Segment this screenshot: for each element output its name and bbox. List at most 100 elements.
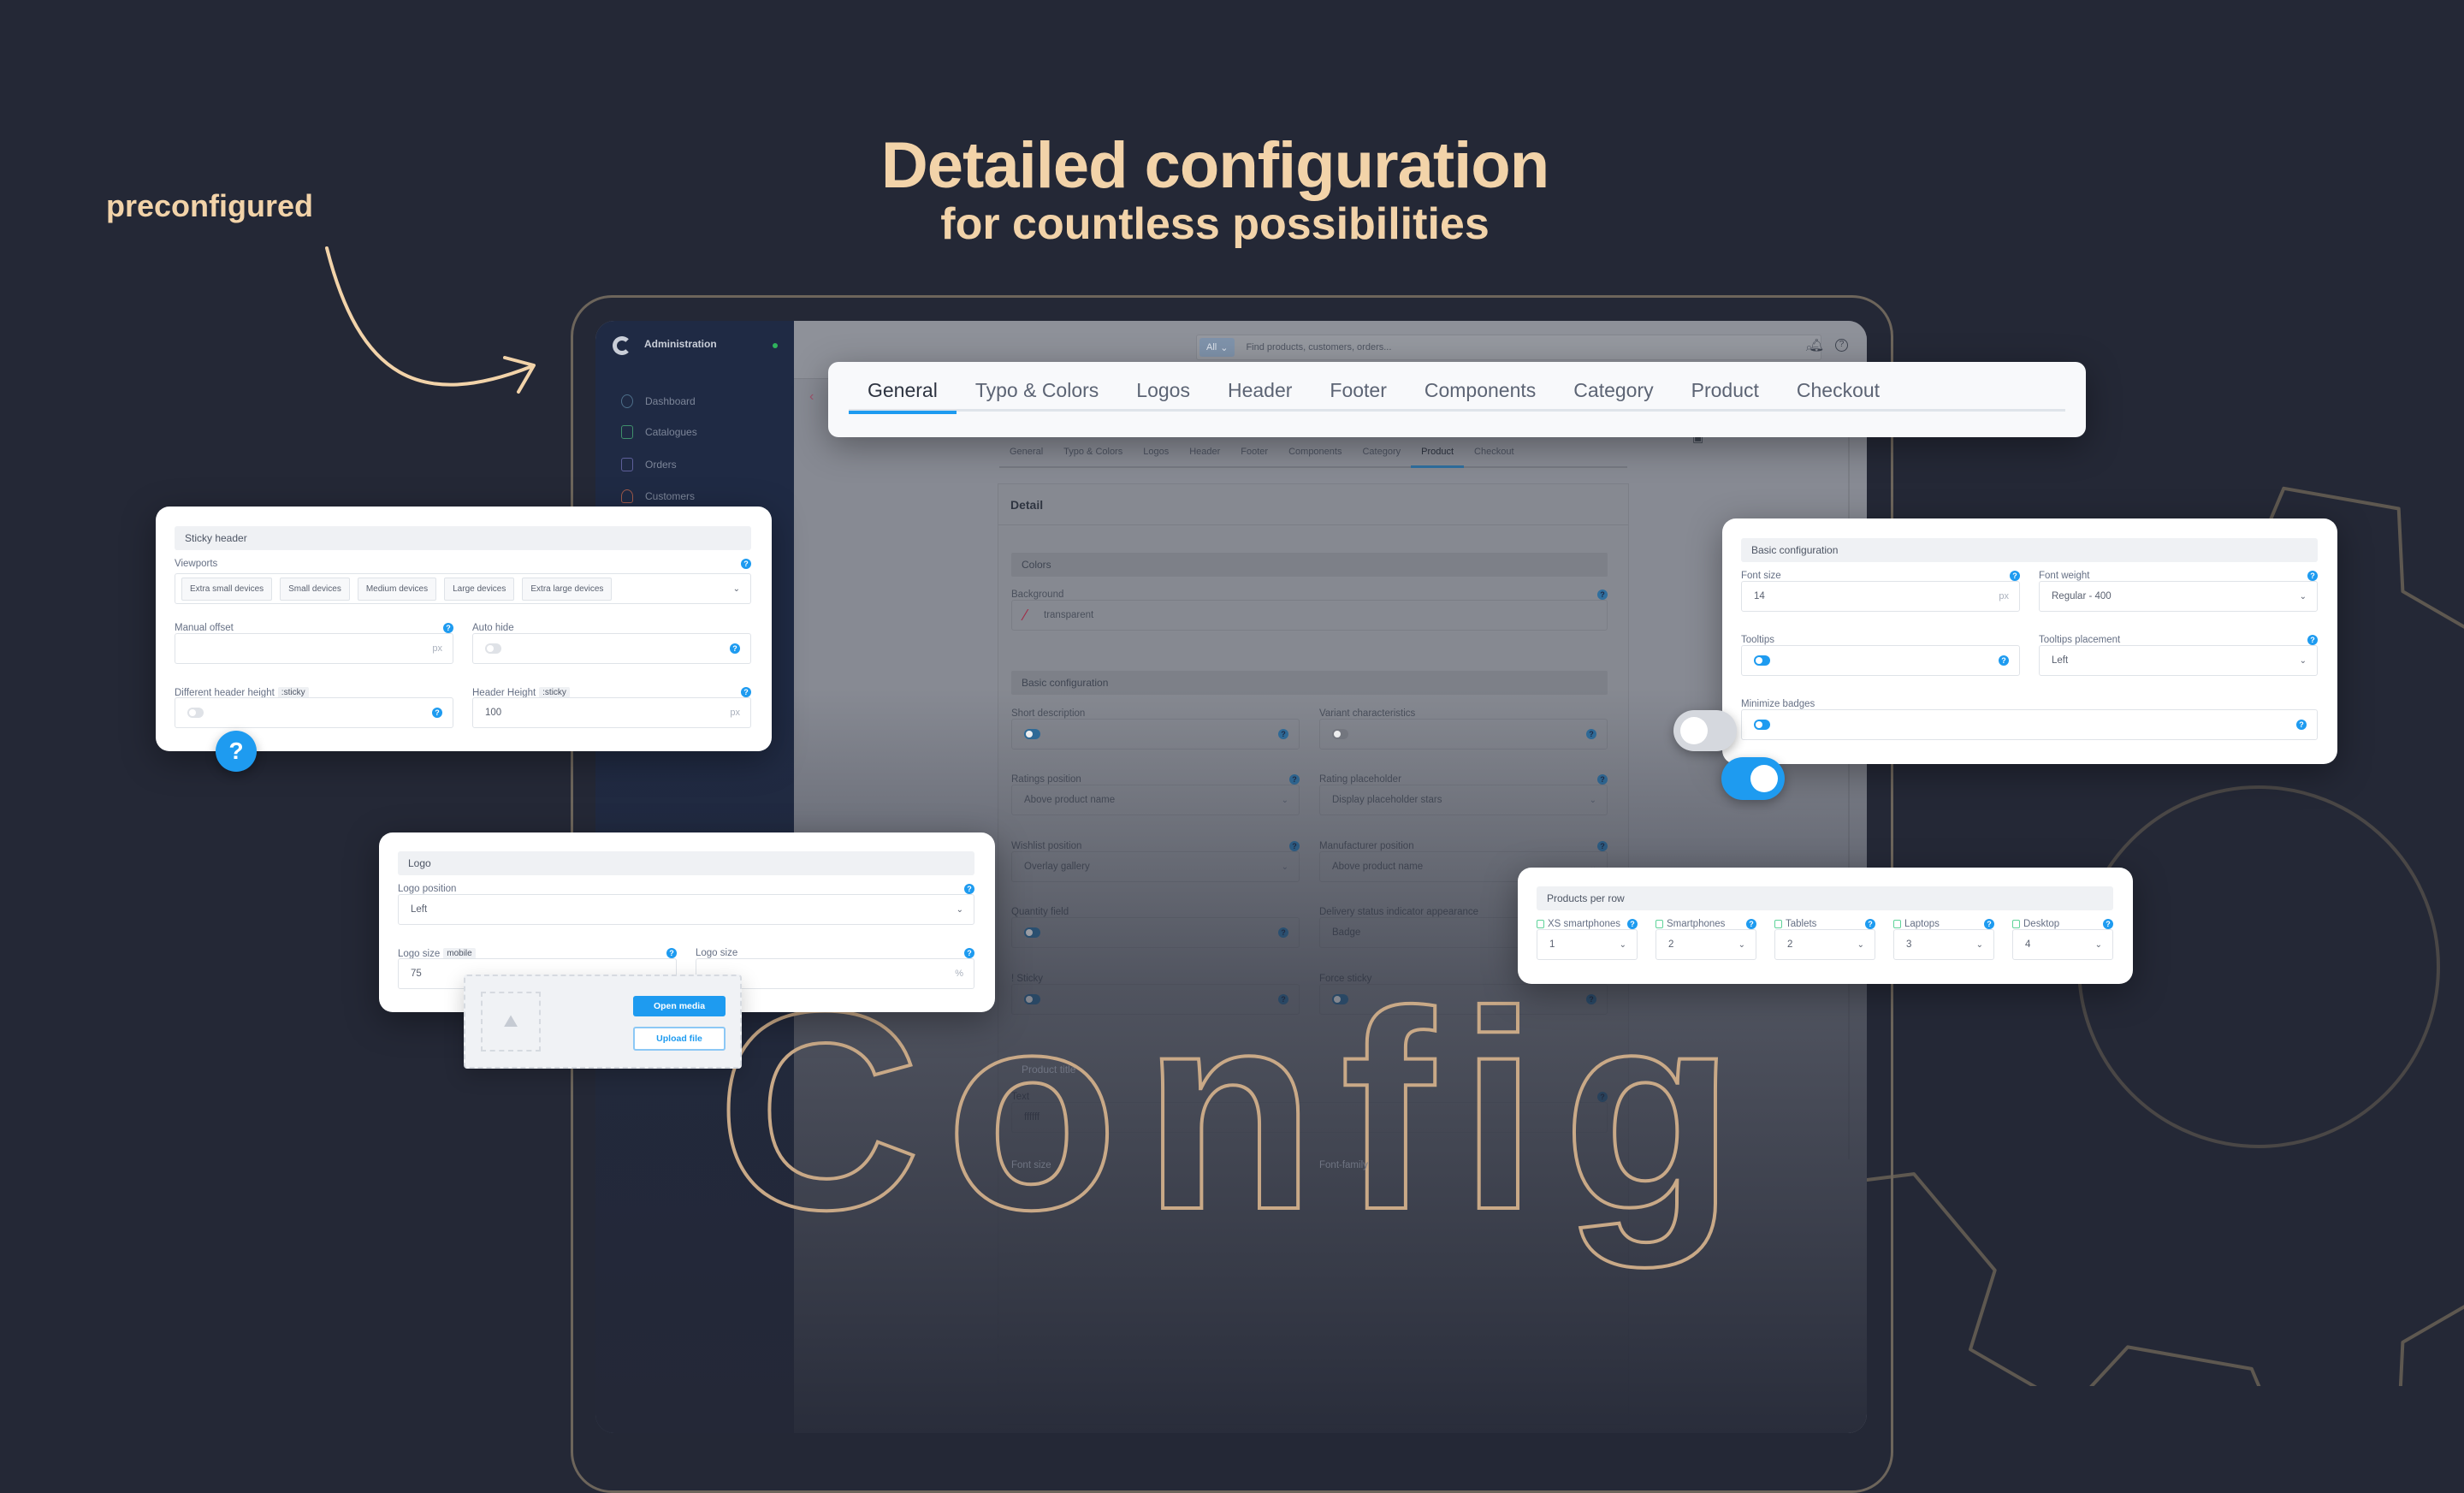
tab-category[interactable]: Category bbox=[1352, 441, 1411, 466]
toggle-switch[interactable] bbox=[1754, 655, 1770, 666]
help-icon[interactable]: ? bbox=[1984, 919, 1994, 929]
help-icon[interactable]: ? bbox=[1999, 655, 2009, 666]
form-field: Header Height:sticky? 100 px bbox=[472, 687, 751, 728]
help-icon[interactable]: ? bbox=[443, 623, 453, 633]
toggle-field[interactable]: ? bbox=[1741, 645, 2020, 676]
help-icon[interactable]: ? bbox=[741, 559, 751, 569]
open-media-button[interactable]: Open media bbox=[633, 996, 726, 1016]
help-icon[interactable]: ? bbox=[2103, 919, 2113, 929]
search-bar[interactable]: All ⌄ Find products, customers, orders...… bbox=[1196, 335, 1821, 360]
help-circle-icon[interactable]: ? bbox=[1835, 339, 1848, 352]
toggle-field[interactable]: ? bbox=[1741, 709, 2318, 740]
select-field[interactable]: Regular - 400 ⌄ bbox=[2039, 581, 2318, 612]
tab-footer[interactable]: Footer bbox=[1230, 441, 1278, 466]
tab-components[interactable]: Components bbox=[1406, 379, 1555, 412]
text-input[interactable]: 100 px bbox=[472, 697, 751, 728]
big-toggle-off[interactable] bbox=[1673, 710, 1737, 751]
sidebar-item-label: Catalogues bbox=[645, 426, 697, 438]
field-label-text: Desktop bbox=[2023, 919, 2060, 929]
help-icon[interactable]: ? bbox=[1597, 589, 1608, 600]
tab-components[interactable]: Components bbox=[1278, 441, 1352, 466]
chevron-down-icon[interactable]: ⌄ bbox=[733, 584, 740, 594]
field-label: Auto hide bbox=[472, 623, 514, 633]
select-field[interactable]: 4 ⌄ bbox=[2012, 929, 2113, 960]
help-icon[interactable]: ? bbox=[2010, 571, 2020, 581]
tab-checkout[interactable]: Checkout bbox=[1778, 379, 1898, 412]
form-field: Auto hide? bbox=[472, 623, 751, 664]
transparent-swatch-icon[interactable]: ⁄ bbox=[1024, 607, 1027, 625]
select-field[interactable]: 1 ⌄ bbox=[1537, 929, 1638, 960]
viewport-chip[interactable]: Large devices bbox=[444, 577, 515, 601]
viewport-chip[interactable]: Extra large devices bbox=[522, 577, 613, 601]
search-scope-label: All bbox=[1206, 342, 1217, 353]
help-icon[interactable]: ? bbox=[741, 687, 751, 697]
help-icon[interactable]: ? bbox=[730, 643, 740, 654]
toggle-field[interactable]: ? bbox=[472, 633, 751, 664]
tab-product[interactable]: Product bbox=[1411, 441, 1464, 468]
form-field: Tooltips? bbox=[1741, 635, 2020, 676]
select-field[interactable]: Left ⌄ bbox=[398, 894, 974, 925]
upload-file-button[interactable]: Upload file bbox=[633, 1027, 726, 1051]
field-label-text: Tooltips placement bbox=[2039, 635, 2121, 645]
page-subtitle: for countless possibilities bbox=[940, 199, 1490, 249]
select-field[interactable]: 2 ⌄ bbox=[1656, 929, 1756, 960]
collapse-chevron-icon[interactable]: ‹ bbox=[809, 389, 814, 405]
viewports-multiselect[interactable]: Extra small devices Small devices Medium d… bbox=[175, 573, 751, 604]
tab-header[interactable]: Header bbox=[1179, 441, 1230, 466]
tab-typo-colors[interactable]: Typo & Colors bbox=[957, 379, 1117, 412]
select-field[interactable]: 2 ⌄ bbox=[1774, 929, 1875, 960]
tab-footer[interactable]: Footer bbox=[1311, 379, 1405, 412]
field-label: Tooltips placement bbox=[2039, 635, 2120, 645]
help-icon[interactable]: ? bbox=[2307, 571, 2318, 581]
tab-typo-colors[interactable]: Typo & Colors bbox=[1053, 441, 1133, 466]
toggle-switch[interactable] bbox=[187, 708, 204, 718]
toggle-field[interactable]: ? bbox=[175, 697, 453, 728]
field-label: Laptops bbox=[1893, 919, 1940, 929]
viewport-chip[interactable]: Medium devices bbox=[357, 577, 437, 601]
field-value: 4 bbox=[2025, 939, 2031, 950]
field-label-text: Logo position bbox=[398, 884, 457, 894]
settings-tabs: General Typo & Colors Logos Header Footer Com… bbox=[999, 441, 1627, 468]
tab-checkout[interactable]: Checkout bbox=[1464, 441, 1524, 466]
chevron-down-icon: ⌄ bbox=[956, 904, 963, 915]
big-toggle-on[interactable] bbox=[1721, 757, 1785, 800]
tab-header[interactable]: Header bbox=[1209, 379, 1311, 412]
form-field: Tooltips placement? Left ⌄ bbox=[2039, 635, 2318, 676]
help-icon[interactable]: ? bbox=[1746, 919, 1756, 929]
help-bubble-button[interactable]: ? bbox=[216, 731, 257, 772]
tab-general[interactable]: General bbox=[849, 379, 957, 414]
help-icon[interactable]: ? bbox=[666, 948, 677, 958]
tab-general[interactable]: General bbox=[999, 441, 1053, 466]
select-field[interactable]: Left ⌄ bbox=[2039, 645, 2318, 676]
viewport-chip[interactable]: Small devices bbox=[280, 577, 350, 601]
help-icon[interactable]: ? bbox=[964, 884, 974, 894]
help-icon[interactable]: ? bbox=[2307, 635, 2318, 645]
select-field[interactable]: 3 ⌄ bbox=[1893, 929, 1994, 960]
help-icon[interactable]: ? bbox=[1865, 919, 1875, 929]
toggle-switch[interactable] bbox=[1754, 720, 1770, 730]
tab-logos[interactable]: Logos bbox=[1133, 441, 1179, 466]
help-icon[interactable]: ? bbox=[1627, 919, 1638, 929]
text-input[interactable]: px bbox=[175, 633, 453, 664]
basic-configuration-card: Basic configuration Font size? 14 px Font w… bbox=[1722, 518, 2337, 764]
bell-icon[interactable]: 🔔︎ bbox=[1809, 338, 1824, 353]
sidebar-item-orders[interactable]: Orders bbox=[621, 458, 677, 471]
sidebar-item-dashboard[interactable]: Dashboard bbox=[621, 394, 696, 408]
search-scope-select[interactable]: All ⌄ bbox=[1199, 338, 1235, 357]
toggle-switch[interactable] bbox=[485, 643, 501, 654]
tab-product[interactable]: Product bbox=[1673, 379, 1778, 412]
sidebar-item-customers[interactable]: Customers bbox=[621, 489, 695, 503]
help-icon[interactable]: ? bbox=[964, 948, 974, 958]
text-input[interactable]: ⁄ transparent bbox=[1011, 600, 1608, 631]
sidebar-item-catalogues[interactable]: Catalogues bbox=[621, 425, 697, 439]
catalogue-icon bbox=[621, 425, 633, 439]
search-input[interactable]: Find products, customers, orders... bbox=[1246, 342, 1391, 353]
media-dropzone[interactable]: ⛰ Open media Upload file bbox=[464, 975, 742, 1069]
help-icon[interactable]: ? bbox=[2296, 720, 2307, 730]
text-input[interactable]: 14 px bbox=[1741, 581, 2020, 612]
help-icon[interactable]: ? bbox=[432, 708, 442, 718]
viewport-chip[interactable]: Extra small devices bbox=[181, 577, 273, 601]
field-label: Tooltips bbox=[1741, 635, 1774, 645]
tab-logos[interactable]: Logos bbox=[1117, 379, 1209, 412]
tab-category[interactable]: Category bbox=[1555, 379, 1672, 412]
